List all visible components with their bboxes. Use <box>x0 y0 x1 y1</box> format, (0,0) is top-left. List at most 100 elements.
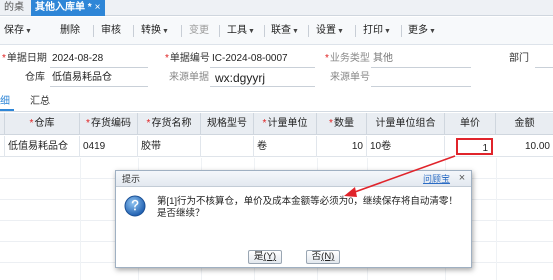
tab-other-inbound-label: 其他入库单 * <box>35 2 92 13</box>
print-label: 打印 <box>363 25 383 36</box>
settings-button[interactable]: 设置▼ <box>316 24 344 38</box>
confirm-dialog: 提示 问顾宝 × 第[1]行为不核算仓，单价及成本金额等必须为0，继续保存将自动… <box>115 170 472 268</box>
header-spec[interactable]: 规格型号 <box>201 113 254 135</box>
header-qty[interactable]: *数量 <box>317 113 367 135</box>
source-field[interactable]: wx:dgyyrj <box>215 71 265 85</box>
cell-spec[interactable] <box>201 136 254 157</box>
docno-field[interactable]: IC-2024-08-0007 <box>212 53 288 65</box>
header-form: *单据日期 2024-08-28 *单据编号 IC-2024-08-0007 *… <box>0 46 553 90</box>
required-marker: * <box>325 53 329 64</box>
no-shortcut: (N) <box>321 251 335 262</box>
biztype-field[interactable]: 其他 <box>373 53 393 65</box>
warehouse-underline <box>50 86 148 87</box>
cell-price[interactable]: 1 <box>456 138 493 155</box>
chevron-down-icon: ▼ <box>429 28 436 35</box>
required-marker: * <box>165 53 169 64</box>
tab-close-icon[interactable]: × <box>95 2 101 13</box>
tab-strip: 的桌面 其他入库单 *× <box>0 0 553 16</box>
chevron-down-icon: ▼ <box>25 28 32 35</box>
sourceno-underline[interactable] <box>371 86 471 87</box>
save-label: 保存 <box>4 25 24 36</box>
warehouse-label: 仓库 <box>25 72 45 83</box>
toolbar-divider <box>264 25 265 37</box>
tab-summary[interactable]: 汇总 <box>30 95 50 109</box>
query-label: 联查 <box>271 25 291 36</box>
header-price[interactable]: 单价 <box>445 113 496 135</box>
no-button[interactable]: 否(N) <box>306 250 340 264</box>
header-name-label: 存货名称 <box>151 118 192 129</box>
detail-tabs: 细 汇总 <box>0 91 553 112</box>
required-marker: * <box>262 118 267 129</box>
cell-qty[interactable]: 10 <box>317 136 367 157</box>
yes-button[interactable]: 是(Y) <box>248 250 282 264</box>
biztype-label-text: 业务类型 <box>329 53 370 64</box>
dialog-title: 提示 <box>122 174 141 184</box>
print-button[interactable]: 打印▼ <box>363 24 391 38</box>
header-warehouse[interactable]: *仓库 <box>5 113 80 135</box>
save-button[interactable]: 保存▼ <box>4 24 32 38</box>
required-marker: * <box>146 118 151 129</box>
header-name[interactable]: *存货名称 <box>138 113 201 135</box>
grid-header: *仓库 *存货编码 *存货名称 规格型号 *计量单位 *数量 计量单位组合 单价… <box>0 113 553 135</box>
toolbar-divider <box>181 25 182 37</box>
app-window: 的桌面 其他入库单 *× 保存▼ 删除 审核 转换▼ 变更 工具▼ 联查▼ 设置… <box>0 0 553 280</box>
delete-label: 删除 <box>60 25 80 36</box>
date-field[interactable]: 2024-08-28 <box>52 53 103 65</box>
tools-button[interactable]: 工具▼ <box>227 24 255 38</box>
required-marker: * <box>2 53 6 64</box>
cell-code[interactable]: 0419 <box>80 136 138 157</box>
docno-label: *单据编号 <box>165 53 210 65</box>
biztype-label: *业务类型 <box>325 53 370 65</box>
more-button[interactable]: 更多▼ <box>408 24 436 38</box>
dialog-titlebar[interactable]: 提示 问顾宝 × <box>116 171 471 187</box>
empty-col-line <box>496 158 497 280</box>
toolbar-divider <box>308 25 309 37</box>
cell-unit-combo[interactable]: 10卷 <box>367 136 445 157</box>
tools-label: 工具 <box>227 25 247 36</box>
audit-label: 审核 <box>101 25 121 36</box>
docno-label-text: 单据编号 <box>169 53 210 64</box>
convert-label: 转换 <box>141 25 161 36</box>
dept-underline[interactable] <box>535 67 553 68</box>
yes-shortcut: (Y) <box>263 251 277 262</box>
yes-label: 是 <box>253 251 264 262</box>
chevron-down-icon: ▼ <box>248 28 255 35</box>
cell-amount[interactable]: 10.00 <box>496 136 553 157</box>
header-amount-label: 金额 <box>514 118 535 129</box>
question-icon <box>124 195 146 217</box>
header-unit-combo-label: 计量单位组合 <box>375 118 436 129</box>
convert-button[interactable]: 转换▼ <box>141 24 169 38</box>
sourceno-label: 来源单号 <box>330 72 370 83</box>
audit-button[interactable]: 审核 <box>101 24 121 38</box>
dialog-help-link[interactable]: 问顾宝 <box>423 173 450 185</box>
docno-underline <box>210 67 315 68</box>
header-amount[interactable]: 金额 <box>496 113 553 135</box>
toolbar: 保存▼ 删除 审核 转换▼ 变更 工具▼ 联查▼ 设置▼ 打印▼ 更多▼ <box>0 17 553 45</box>
change-button[interactable]: 变更 <box>189 24 209 38</box>
delete-button[interactable]: 删除 <box>60 24 80 38</box>
header-unit[interactable]: *计量单位 <box>254 113 317 135</box>
query-button[interactable]: 联查▼ <box>271 24 299 38</box>
header-code[interactable]: *存货编码 <box>80 113 138 135</box>
chevron-down-icon: ▼ <box>384 28 391 35</box>
source-label: 来源单据 <box>169 72 209 83</box>
table-row[interactable]: 低值易耗品仓 0419 胶带 卷 10 10卷 1 10.00 <box>0 136 553 157</box>
warehouse-field[interactable]: 低值易耗品仓 <box>52 72 112 84</box>
biztype-underline <box>371 67 471 68</box>
tab-other-inbound[interactable]: 其他入库单 * × <box>31 0 105 16</box>
date-label: *单据日期 <box>2 53 47 65</box>
cell-unit[interactable]: 卷 <box>254 136 317 157</box>
required-marker: * <box>86 118 90 129</box>
toolbar-divider <box>355 25 356 37</box>
tab-desktop[interactable]: 的桌面 <box>0 0 28 16</box>
close-icon[interactable]: × <box>456 172 468 185</box>
date-label-text: 单据日期 <box>6 53 47 64</box>
cell-warehouse[interactable]: 低值易耗品仓 <box>5 136 80 157</box>
more-label: 更多 <box>408 25 428 36</box>
header-unit-combo[interactable]: 计量单位组合 <box>367 113 445 135</box>
cell-name[interactable]: 胶带 <box>138 136 201 157</box>
empty-col-line <box>80 158 81 280</box>
header-code-label: 存货编码 <box>90 118 131 129</box>
tab-detail[interactable]: 细 <box>0 95 10 109</box>
header-price-label: 单价 <box>460 118 480 129</box>
